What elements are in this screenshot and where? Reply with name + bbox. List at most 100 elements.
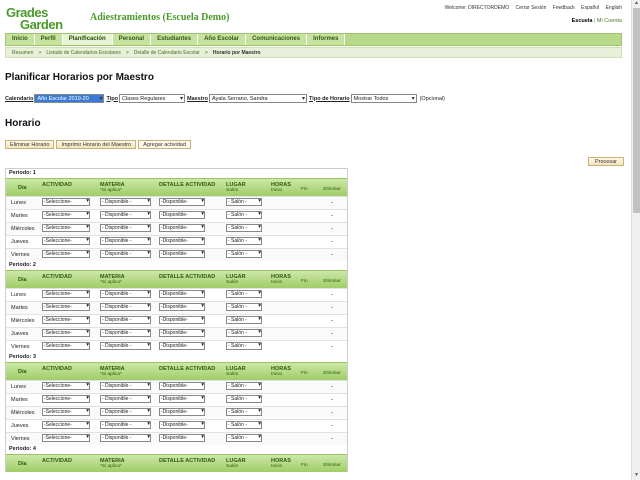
materia-select[interactable]: - Disponible - [100,342,151,350]
delete-row-button[interactable]: - [317,226,347,232]
print-schedule-button[interactable]: Imprimir Horario del Maestro [56,140,137,149]
feedback-link[interactable]: Feedback [553,5,575,11]
lugar-select[interactable]: - Salón - [226,395,262,403]
materia-select[interactable]: - Disponible - [100,290,151,298]
lugar-select[interactable]: - Salón - [226,434,262,442]
lugar-select[interactable]: - Salón - [226,303,262,311]
materia-select[interactable]: - Disponible - [100,224,151,232]
detalle-select[interactable]: -Disponible- [159,408,205,416]
delete-row-button[interactable]: - [317,344,347,350]
actividad-select[interactable]: -Seleccione- [42,211,90,219]
tipo-horario-select[interactable]: Mostrar Todos [350,94,417,103]
lugar-select[interactable]: - Salón - [226,198,262,206]
actividad-select[interactable]: -Seleccione- [42,250,90,258]
nav-ano-escolar[interactable]: Año Escolar [198,34,247,45]
materia-select[interactable]: - Disponible - [100,395,151,403]
add-activity-button[interactable]: Agregar actividad [138,140,191,149]
lugar-select[interactable]: - Salón - [226,316,262,324]
lugar-select[interactable]: - Salón - [226,224,262,232]
lugar-select[interactable]: - Salón - [226,250,262,258]
materia-select[interactable]: - Disponible - [100,237,151,245]
materia-select[interactable]: - Disponible - [100,382,151,390]
nav-informes[interactable]: Informes [307,34,346,45]
lugar-select[interactable]: - Salón - [226,408,262,416]
page-scrollbar[interactable]: ▲ ▼ [631,0,640,480]
detalle-select[interactable]: -Disponible- [159,421,205,429]
detalle-select[interactable]: -Disponible- [159,395,205,403]
detalle-select[interactable]: -Disponible- [159,290,205,298]
materia-select[interactable]: - Disponible - [100,211,151,219]
materia-select[interactable]: - Disponible - [100,421,151,429]
actividad-select[interactable]: -Seleccione- [42,198,90,206]
process-button[interactable]: Procesar [588,157,624,166]
logout-link[interactable]: Cerrar Sesión [516,5,547,11]
lugar-select[interactable]: - Salón - [226,237,262,245]
materia-select[interactable]: - Disponible - [100,198,151,206]
actividad-select[interactable]: -Seleccione- [42,342,90,350]
lugar-select[interactable]: - Salón - [226,421,262,429]
actividad-select[interactable]: -Seleccione- [42,224,90,232]
actividad-select[interactable]: -Seleccione- [42,329,90,337]
detalle-select[interactable]: -Disponible- [159,250,205,258]
delete-row-button[interactable]: - [317,436,347,442]
actividad-select[interactable]: -Seleccione- [42,303,90,311]
delete-schedule-button[interactable]: Eliminar Horario [5,140,55,149]
detalle-select[interactable]: -Disponible- [159,329,205,337]
actividad-select[interactable]: -Seleccione- [42,290,90,298]
delete-row-button[interactable]: - [317,252,347,258]
detalle-select[interactable]: -Disponible- [159,316,205,324]
materia-select[interactable]: - Disponible - [100,316,151,324]
nav-inicio[interactable]: Inicio [6,34,35,45]
scroll-down-icon[interactable]: ▼ [632,472,640,480]
detalle-select[interactable]: -Disponible- [159,382,205,390]
actividad-select[interactable]: -Seleccione- [42,382,90,390]
detalle-select[interactable]: -Disponible- [159,434,205,442]
nav-estudiantes[interactable]: Estudiantes [151,34,199,45]
actividad-select[interactable]: -Seleccione- [42,395,90,403]
english-link[interactable]: English [606,5,622,11]
materia-select[interactable]: - Disponible - [100,250,151,258]
delete-row-button[interactable]: - [317,397,347,403]
materia-select[interactable]: - Disponible - [100,329,151,337]
materia-select[interactable]: - Disponible - [100,434,151,442]
lugar-select[interactable]: - Salón - [226,211,262,219]
detalle-select[interactable]: -Disponible- [159,303,205,311]
detalle-select[interactable]: -Disponible- [159,198,205,206]
actividad-select[interactable]: -Seleccione- [42,237,90,245]
delete-row-button[interactable]: - [317,384,347,390]
breadcrumb-resumen[interactable]: Resumen [12,50,33,56]
delete-row-button[interactable]: - [317,292,347,298]
materia-select[interactable]: - Disponible - [100,408,151,416]
school-link[interactable]: Escuela [572,18,593,24]
lugar-select[interactable]: - Salón - [226,290,262,298]
breadcrumb-listado[interactable]: Listado de Calendarios Escolares [46,50,121,56]
actividad-select[interactable]: -Seleccione- [42,316,90,324]
delete-row-button[interactable]: - [317,410,347,416]
actividad-select[interactable]: -Seleccione- [42,434,90,442]
delete-row-button[interactable]: - [317,239,347,245]
spanish-link[interactable]: Español [581,5,599,11]
detalle-select[interactable]: -Disponible- [159,224,205,232]
nav-comunicaciones[interactable]: Comunicaciones [246,34,308,45]
delete-row-button[interactable]: - [317,318,347,324]
lugar-select[interactable]: - Salón - [226,329,262,337]
delete-row-button[interactable]: - [317,423,347,429]
delete-row-button[interactable]: - [317,213,347,219]
grades-garden-logo[interactable]: Grades Garden [6,5,86,32]
breadcrumb-detalle[interactable]: Detalle de Calendario Escolar [134,50,200,56]
my-account-link[interactable]: Mi Cuenta [597,18,622,24]
lugar-select[interactable]: - Salón - [226,342,262,350]
detalle-select[interactable]: -Disponible- [159,237,205,245]
scroll-up-icon[interactable]: ▲ [632,0,640,8]
calendario-select[interactable]: Año Escolar 2019-20 [34,94,105,103]
actividad-select[interactable]: -Seleccione- [42,421,90,429]
nav-personal[interactable]: Personal [112,34,152,45]
tipo-select[interactable]: Clases Regulares [118,94,185,103]
delete-row-button[interactable]: - [317,331,347,337]
maestro-select[interactable]: Ayala Serrano, Sandra [209,94,308,103]
materia-select[interactable]: - Disponible - [100,303,151,311]
actividad-select[interactable]: -Seleccione- [42,408,90,416]
lugar-select[interactable]: - Salón - [226,382,262,390]
detalle-select[interactable]: -Disponible- [159,342,205,350]
scroll-thumb[interactable] [633,8,640,213]
